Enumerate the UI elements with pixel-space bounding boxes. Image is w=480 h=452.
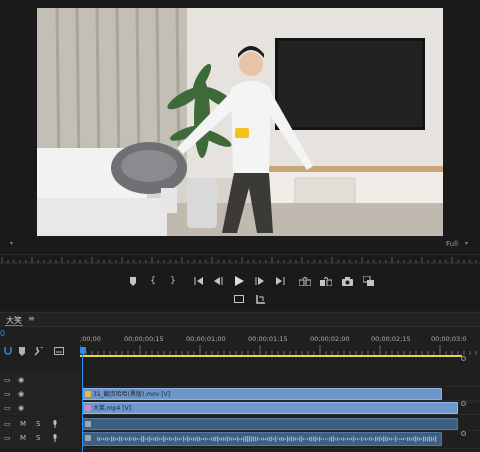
video-frame-image: [37, 8, 443, 236]
track-v4: ▭ ◉: [0, 373, 480, 387]
quality-dropdown-arrow-icon[interactable]: ▾: [465, 240, 468, 247]
captions-icon[interactable]: [54, 347, 64, 357]
eye-icon[interactable]: ◉: [18, 404, 24, 412]
fx-badge-icon: [85, 391, 91, 397]
play-icon[interactable]: [232, 274, 246, 288]
video-clip-v1[interactable]: 大笑.mp4 [V]: [82, 402, 458, 414]
lift-icon[interactable]: [298, 274, 312, 288]
track-v1: ▭ ◉ 大笑.mp4 [V]: [0, 401, 480, 415]
tab-menu-icon[interactable]: ≡: [28, 314, 35, 323]
video-preview[interactable]: [37, 8, 443, 236]
track-area: ▭ ◉ ▭ ◉ ▭ ◉ 31_翻页哈哈: [0, 373, 480, 452]
monitor-time-ruler[interactable]: [0, 254, 480, 266]
marker-icon[interactable]: [126, 274, 140, 288]
snap-icon[interactable]: [4, 347, 12, 357]
program-monitor: ▾ Full ▾ { }: [0, 0, 480, 310]
video-clip-v2[interactable]: 31_翻页哈哈(黑版).mov [V]: [82, 388, 442, 400]
track-v2-row: ▭ ◉ 31_翻页哈哈(黑版).mov [V]: [0, 387, 480, 401]
compare-icon[interactable]: [361, 274, 375, 288]
mark-in-icon[interactable]: {: [146, 274, 160, 288]
track-header: ▭ M S: [0, 431, 80, 449]
track-header: ▭ ◉: [0, 373, 80, 387]
clip-label: 31_翻页哈哈(黑版).mov [V]: [93, 391, 170, 398]
track-header: ▭ ◉: [0, 401, 80, 415]
film-icon[interactable]: ▭: [4, 376, 11, 384]
extract-icon[interactable]: [319, 274, 333, 288]
mark-out-icon[interactable]: }: [166, 274, 180, 288]
track-header: ▭ ◉: [0, 387, 80, 401]
crop-icon[interactable]: [253, 292, 267, 306]
clip-label: 大笑.mp4 [V]: [93, 405, 132, 412]
add-marker-icon[interactable]: [18, 347, 26, 358]
wrench-icon[interactable]: [34, 345, 43, 358]
film-icon[interactable]: ▭: [4, 404, 11, 412]
mute-button[interactable]: M: [20, 434, 26, 442]
go-to-in-icon[interactable]: [192, 274, 206, 288]
monitor-settings-bar: ▾ Full ▾: [0, 239, 480, 251]
go-to-out-icon[interactable]: [273, 274, 287, 288]
track-a1: ▭ M S: [0, 417, 480, 431]
audio-clip-a2[interactable]: [82, 432, 442, 446]
track-header: ▭ M S: [0, 417, 80, 431]
audio-waveform: [97, 436, 437, 442]
step-forward-icon[interactable]: [253, 274, 267, 288]
playhead-line: [82, 355, 83, 452]
microphone-icon[interactable]: [52, 420, 58, 430]
timeline-panel: 大笑 ≡ 0 ;00;00 00;00;00;15 00;00;01;00 00…: [0, 312, 480, 452]
export-frame-icon[interactable]: [340, 274, 354, 288]
timeline-tab-bar: 大笑 ≡: [0, 313, 480, 327]
timeline-tools: [0, 345, 80, 371]
solo-button[interactable]: S: [36, 420, 40, 428]
active-tab-indicator: [5, 325, 23, 326]
scroll-knob-top[interactable]: [461, 356, 466, 361]
premiere-window: ▾ Full ▾ { } 大笑 ≡ 0 ;00;00 00;00;00;15 0…: [0, 0, 480, 452]
film-icon[interactable]: ▭: [4, 390, 11, 398]
audio-clip-a1[interactable]: [82, 418, 458, 430]
transport-controls-row2: [0, 292, 480, 304]
work-area-bar[interactable]: [80, 355, 462, 357]
solo-button[interactable]: S: [36, 434, 40, 442]
fx-badge-icon: [85, 421, 91, 427]
zoom-dropdown-arrow-icon[interactable]: ▾: [10, 240, 13, 247]
transport-controls: { }: [0, 274, 480, 290]
step-back-icon[interactable]: [211, 274, 225, 288]
fx-badge-icon: [85, 405, 91, 411]
quality-dropdown[interactable]: Full: [446, 240, 458, 248]
speaker-icon[interactable]: ▭: [4, 434, 11, 442]
track-a2: ▭ M S: [0, 431, 480, 449]
microphone-icon[interactable]: [52, 434, 58, 444]
eye-icon[interactable]: ◉: [18, 390, 24, 398]
monitor-ruler-ticks: [0, 257, 480, 264]
scroll-knob-bottom[interactable]: [461, 431, 466, 436]
fx-badge-icon: [85, 435, 91, 441]
mute-button[interactable]: M: [20, 420, 26, 428]
speaker-icon[interactable]: ▭: [4, 420, 11, 428]
safe-margins-icon[interactable]: [232, 292, 246, 306]
scroll-knob-mid[interactable]: [461, 401, 466, 406]
playhead-timecode[interactable]: 0: [0, 329, 5, 338]
eye-icon[interactable]: ◉: [18, 376, 24, 384]
